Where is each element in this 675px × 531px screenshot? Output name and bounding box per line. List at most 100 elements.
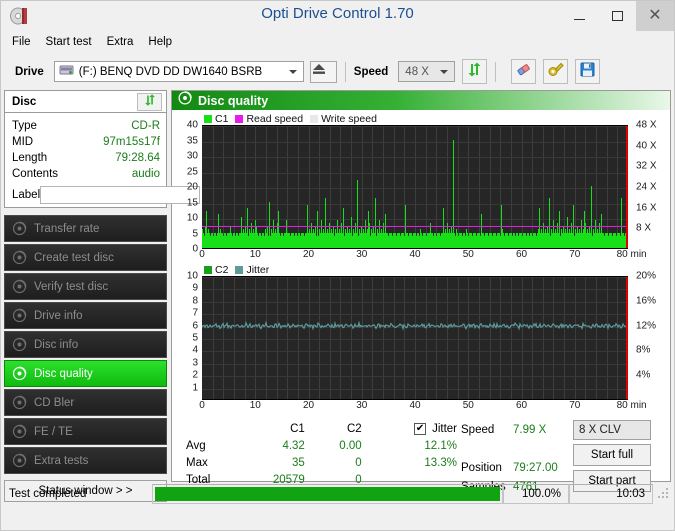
row-label-total: Total bbox=[186, 473, 211, 486]
disc-refresh-button[interactable] bbox=[137, 93, 162, 111]
menu-item-extra[interactable]: Extra bbox=[107, 36, 134, 48]
panel-header: Disc quality bbox=[172, 91, 670, 110]
end-of-disc-marker bbox=[626, 277, 628, 399]
disc-label-label: Label bbox=[12, 189, 41, 201]
avg-jitter-value: 12.1% bbox=[424, 439, 457, 452]
start-full-button[interactable]: Start full bbox=[573, 444, 651, 466]
disc-info-row-type: Type CD-R bbox=[12, 118, 160, 134]
grid-line-vertical bbox=[617, 126, 618, 248]
x-tick-label: 30 bbox=[356, 400, 368, 411]
grid-line-vertical bbox=[479, 126, 480, 248]
menu-item-help[interactable]: Help bbox=[148, 36, 172, 48]
position-readout-label: Position bbox=[461, 461, 502, 474]
sidebar-item-cd-bler[interactable]: CD Bler bbox=[4, 389, 167, 416]
sidebar-item-label: Create test disc bbox=[34, 251, 114, 264]
grid-line-horizontal bbox=[202, 203, 628, 205]
disc-contents-label: Contents bbox=[12, 168, 59, 180]
sidebar-item-disc-quality[interactable]: Disc quality bbox=[4, 360, 167, 387]
drive-toolbar: Drive (F:) BENQ DVD DD DW1640 BSRB Speed… bbox=[1, 53, 674, 90]
eraser-icon bbox=[515, 61, 532, 83]
refresh-button[interactable] bbox=[462, 59, 488, 84]
sidebar-item-create-test-disc[interactable]: Create test disc bbox=[4, 244, 167, 271]
sidebar-item-transfer-rate[interactable]: Transfer rate bbox=[4, 215, 167, 242]
legend-entry: Write speed bbox=[310, 113, 377, 125]
x-tick-label: 70 bbox=[569, 249, 581, 260]
table-row: Max 35 0 13.3% bbox=[176, 454, 461, 471]
legend-swatch bbox=[310, 114, 319, 123]
grid-line-vertical bbox=[436, 126, 437, 248]
legend-swatch bbox=[235, 265, 244, 274]
sidebar-item-fe-te[interactable]: FE / TE bbox=[4, 418, 167, 445]
charts-container: C1 Read speed Write speed 0 5 10 15 20 25 30 35 40… bbox=[172, 110, 670, 414]
sidebar: Disc Type CD-R MID 97m15s17f Length 79:2… bbox=[4, 90, 222, 502]
avg-c2-value: 0.00 bbox=[339, 439, 362, 452]
y-tick-label-right: 48 X bbox=[636, 119, 657, 131]
sidebar-item-disc-info[interactable]: Disc info bbox=[4, 331, 167, 358]
disc-check-icon bbox=[12, 279, 27, 294]
row-label-max: Max bbox=[186, 456, 208, 469]
speed-select[interactable]: 48 X bbox=[398, 61, 456, 82]
y-tick-label-right: 8 X bbox=[636, 222, 652, 234]
refresh-icon bbox=[143, 93, 157, 112]
y-tick-label-right: 16 X bbox=[636, 202, 657, 214]
x-tick-label: 10 bbox=[249, 400, 261, 411]
x-tick-label: 80 min bbox=[616, 249, 647, 260]
y-tick-label: 6 bbox=[192, 320, 198, 332]
sidebar-item-verify-test-disc[interactable]: Verify test disc bbox=[4, 273, 167, 300]
legend-entry: Jitter bbox=[235, 264, 269, 276]
grid-line-horizontal bbox=[202, 172, 628, 174]
menu-item-file[interactable]: File bbox=[12, 36, 31, 48]
table-header-row: C1 C2 ✔ Jitter bbox=[176, 420, 461, 437]
x-tick-label: 0 bbox=[199, 400, 205, 411]
resize-grip-icon[interactable] bbox=[657, 487, 671, 501]
y-tick-label-right: 12% bbox=[636, 320, 657, 332]
disc-bler-icon bbox=[12, 395, 27, 410]
chart1-legend: C1 Read speed Write speed bbox=[172, 112, 670, 125]
max-c1-value: 35 bbox=[292, 456, 305, 469]
disc-info-row-mid: MID 97m15s17f bbox=[12, 134, 160, 150]
save-button[interactable] bbox=[575, 59, 601, 84]
grid-line-vertical bbox=[426, 126, 427, 248]
panel-title: Disc quality bbox=[198, 93, 269, 108]
key-button[interactable] bbox=[543, 59, 569, 84]
sidebar-item-extra-tests[interactable]: Extra tests bbox=[4, 447, 167, 474]
grid-line-horizontal bbox=[202, 126, 628, 127]
chart2-y-axis-left: 1 2 3 4 5 6 7 8 9 10 bbox=[172, 271, 198, 400]
jitter-checkbox[interactable]: ✔ bbox=[414, 422, 427, 435]
legend-label: C2 bbox=[215, 263, 229, 276]
chart2-plot-area[interactable] bbox=[202, 276, 628, 400]
grid-line-vertical bbox=[415, 126, 416, 248]
chart1-x-axis: 0 10 20 30 40 50 60 70 80 min bbox=[172, 249, 670, 263]
erase-button[interactable] bbox=[511, 59, 537, 84]
chart1-plot-area[interactable] bbox=[202, 125, 628, 249]
drive-select[interactable]: (F:) BENQ DVD DD DW1640 BSRB bbox=[53, 61, 304, 82]
x-tick-label: 70 bbox=[569, 400, 581, 411]
disc-contents-value: audio bbox=[131, 168, 160, 180]
grid-line-horizontal bbox=[202, 188, 628, 189]
disc-label-row: Label bbox=[12, 185, 222, 205]
x-tick-label: 40 bbox=[409, 249, 421, 260]
y-tick-label: 10 bbox=[186, 270, 198, 282]
eject-button[interactable] bbox=[309, 60, 337, 83]
chart1-y-axis-left: 0 5 10 15 20 25 30 35 40 bbox=[172, 120, 198, 255]
drive-icon bbox=[59, 63, 74, 80]
column-header-c2: C2 bbox=[346, 422, 362, 435]
save-floppy-icon bbox=[580, 62, 595, 82]
y-tick-label: 10 bbox=[186, 212, 198, 224]
grid-line-vertical bbox=[532, 126, 533, 248]
row-label-avg: Avg bbox=[186, 439, 206, 452]
disc-length-label: Length bbox=[12, 152, 48, 164]
legend-entry: C2 bbox=[204, 264, 228, 276]
disc-mid-value: 97m15s17f bbox=[103, 136, 160, 148]
write-strategy-select[interactable]: 8 X CLV bbox=[573, 420, 651, 440]
x-tick-label: 50 bbox=[462, 400, 474, 411]
y-tick-label: 20 bbox=[186, 181, 198, 193]
disc-fete-icon bbox=[12, 424, 27, 439]
sidebar-item-drive-info[interactable]: Drive info bbox=[4, 302, 167, 329]
table-row: Avg 4.32 0.00 12.1% bbox=[176, 437, 461, 454]
window-title: Opti Drive Control 1.70 bbox=[261, 5, 414, 22]
y-tick-label-right: 32 X bbox=[636, 160, 657, 172]
drive-label: Drive bbox=[15, 65, 44, 78]
y-tick-label: 7 bbox=[192, 307, 198, 319]
menu-item-start-test[interactable]: Start test bbox=[46, 36, 92, 48]
